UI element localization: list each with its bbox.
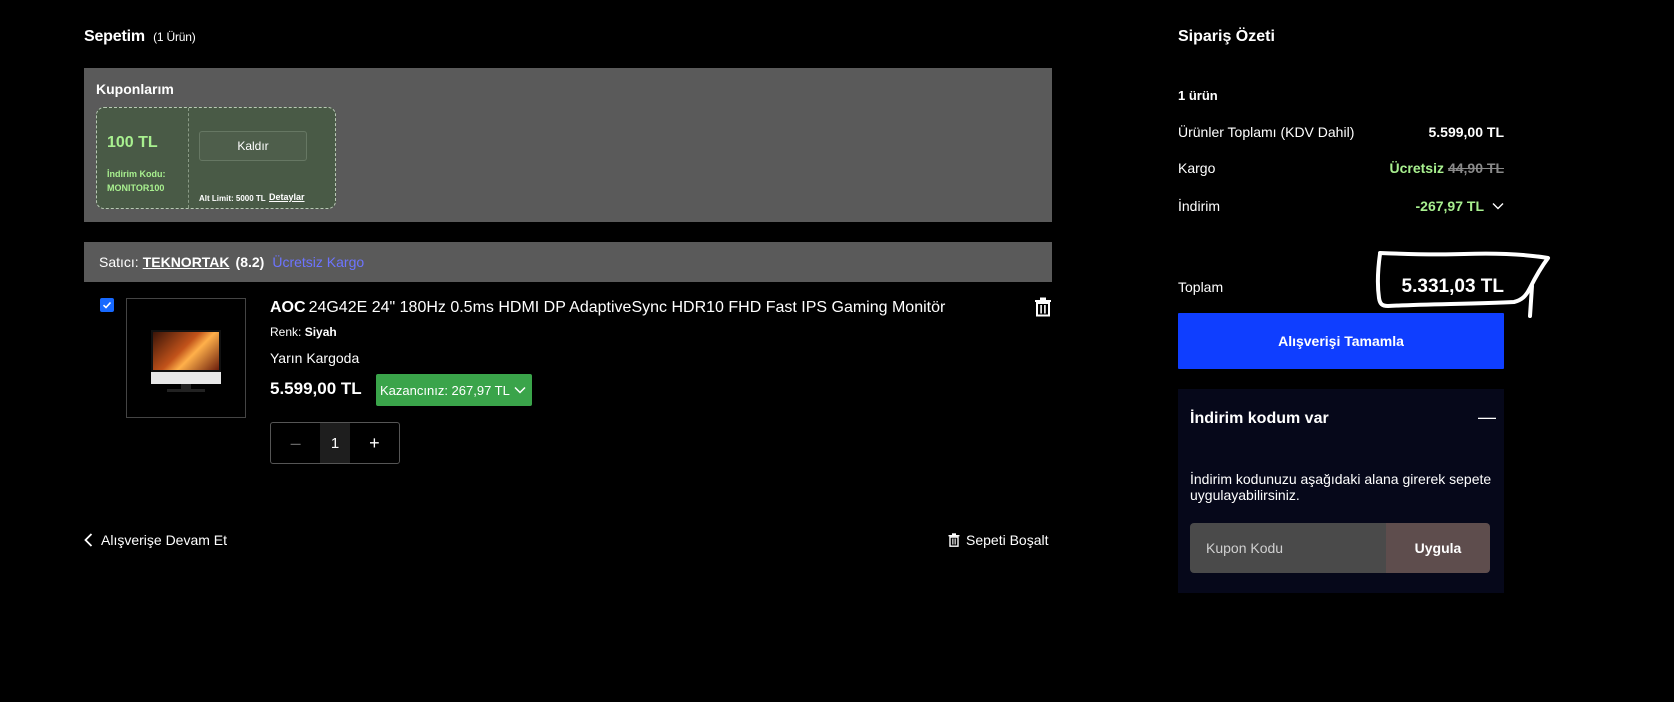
product-image[interactable]	[126, 298, 246, 418]
product-color-label: Renk:	[270, 325, 302, 339]
coupon-remove-button[interactable]: Kaldır	[199, 131, 307, 161]
seller-bar: Satıcı: TEKNORTAK (8.2) Ücretsiz Kargo	[84, 242, 1052, 282]
cargo-old-price: 44,90 TL	[1447, 160, 1504, 176]
continue-shopping-link[interactable]: Alışverişe Devam Et	[84, 532, 227, 548]
quantity-decrease-button[interactable]: –	[271, 423, 320, 463]
summary-discount-label: İndirim	[1178, 198, 1221, 214]
promo-description: İndirim kodunuzu aşağıdaki alana girerek…	[1190, 471, 1492, 503]
coupon-code-input[interactable]	[1190, 523, 1386, 573]
coupon-details-link[interactable]: Detaylar	[269, 192, 305, 202]
summary-discount-value: -267,97 TL	[1415, 198, 1484, 214]
apply-coupon-button[interactable]: Uygula	[1386, 523, 1490, 573]
product-color-value: Siyah	[304, 325, 337, 339]
quantity-value: 1	[320, 423, 350, 463]
coupon-code-label: İndirim Kodu:	[107, 169, 166, 179]
empty-cart-button[interactable]: Sepeti Boşalt	[948, 532, 1049, 548]
promo-code-title[interactable]: İndirim kodum var	[1190, 410, 1329, 428]
free-shipping-label: Ücretsiz Kargo	[272, 254, 365, 270]
check-icon	[102, 301, 112, 309]
cargo-free-label: Ücretsiz	[1389, 160, 1444, 176]
summary-cargo-row: Kargo Ücretsiz 44,90 TL	[1178, 160, 1504, 176]
summary-total-label: Toplam	[1178, 279, 1224, 295]
summary-discount-value-wrap: -267,97 TL	[1416, 198, 1504, 214]
trash-icon	[948, 533, 960, 547]
promo-collapse-toggle[interactable]: —	[1478, 407, 1496, 428]
summary-products-row: Ürünler Toplamı (KDV Dahil) 5.599,00 TL	[1178, 124, 1504, 140]
empty-cart-label: Sepeti Boşalt	[966, 532, 1049, 548]
summary-cargo-value: Ücretsiz 44,90 TL	[1390, 160, 1505, 176]
product-name-link[interactable]: AOC 24G42E 24" 180Hz 0.5ms HDMI DP Adapti…	[270, 299, 945, 317]
seller-label: Satıcı:	[99, 254, 139, 270]
summary-discount-row[interactable]: İndirim -267,97 TL	[1178, 198, 1504, 214]
cart-title-text: Sepetim	[84, 28, 145, 45]
coupon-min-limit: Alt Limit: 5000 TL	[199, 194, 266, 203]
cart-title: Sepetim (1 Ürün)	[84, 28, 196, 46]
coupon-amount: 100 TL	[107, 134, 158, 151]
summary-products-value: 5.599,00 TL	[1428, 124, 1505, 140]
handwritten-highlight-annotation	[1375, 251, 1550, 318]
coupon-value-section: 100 TL İndirim Kodu: MONITOR100	[97, 108, 189, 208]
summary-item-count: 1 ürün	[1178, 88, 1218, 103]
order-summary-title: Sipariş Özeti	[1178, 28, 1275, 45]
chevron-down-icon	[514, 386, 526, 394]
monitor-bezel-graphic	[151, 372, 221, 384]
savings-text: Kazancınız: 267,97 TL	[380, 382, 510, 398]
product-select-checkbox[interactable]	[100, 298, 114, 312]
savings-badge[interactable]: Kazancınız: 267,97 TL	[376, 374, 532, 406]
quantity-stepper: – 1 +	[270, 422, 400, 464]
chevron-down-icon	[1492, 203, 1504, 210]
product-price: 5.599,00 TL	[270, 379, 362, 398]
product-delivery: Yarın Kargoda	[270, 350, 360, 366]
coupon-code-value: MONITOR100	[107, 183, 165, 193]
seller-name-link[interactable]: TEKNORTAK	[143, 254, 230, 270]
continue-shopping-label: Alışverişe Devam Et	[101, 532, 228, 548]
trash-icon	[1035, 297, 1051, 317]
product-color: Renk: Siyah	[270, 325, 337, 339]
chevron-left-icon	[84, 533, 93, 547]
coupon-card: 100 TL İndirim Kodu: MONITOR100 Kaldır A…	[96, 107, 336, 209]
complete-checkout-button[interactable]: Alışverişi Tamamla	[1178, 313, 1504, 369]
coupons-title: Kuponlarım	[96, 81, 174, 97]
seller-rating: (8.2)	[235, 254, 265, 270]
coupons-panel: Kuponlarım 100 TL İndirim Kodu: MONITOR1…	[84, 68, 1052, 222]
remove-item-button[interactable]	[1034, 297, 1052, 317]
summary-products-label: Ürünler Toplamı (KDV Dahil)	[1178, 124, 1355, 140]
coupon-code: İndirim Kodu: MONITOR100	[107, 167, 166, 195]
product-title: 24G42E 24" 180Hz 0.5ms HDMI DP AdaptiveS…	[308, 299, 946, 316]
summary-cargo-label: Kargo	[1178, 160, 1216, 176]
quantity-increase-button[interactable]: +	[350, 423, 399, 463]
promo-code-panel: İndirim kodum var — İndirim kodunuzu aşa…	[1178, 389, 1504, 593]
monitor-base-graphic	[167, 389, 205, 392]
monitor-screen-graphic	[151, 330, 221, 372]
cart-item-count: (1 Ürün)	[153, 30, 196, 44]
product-brand: AOC	[270, 299, 306, 316]
